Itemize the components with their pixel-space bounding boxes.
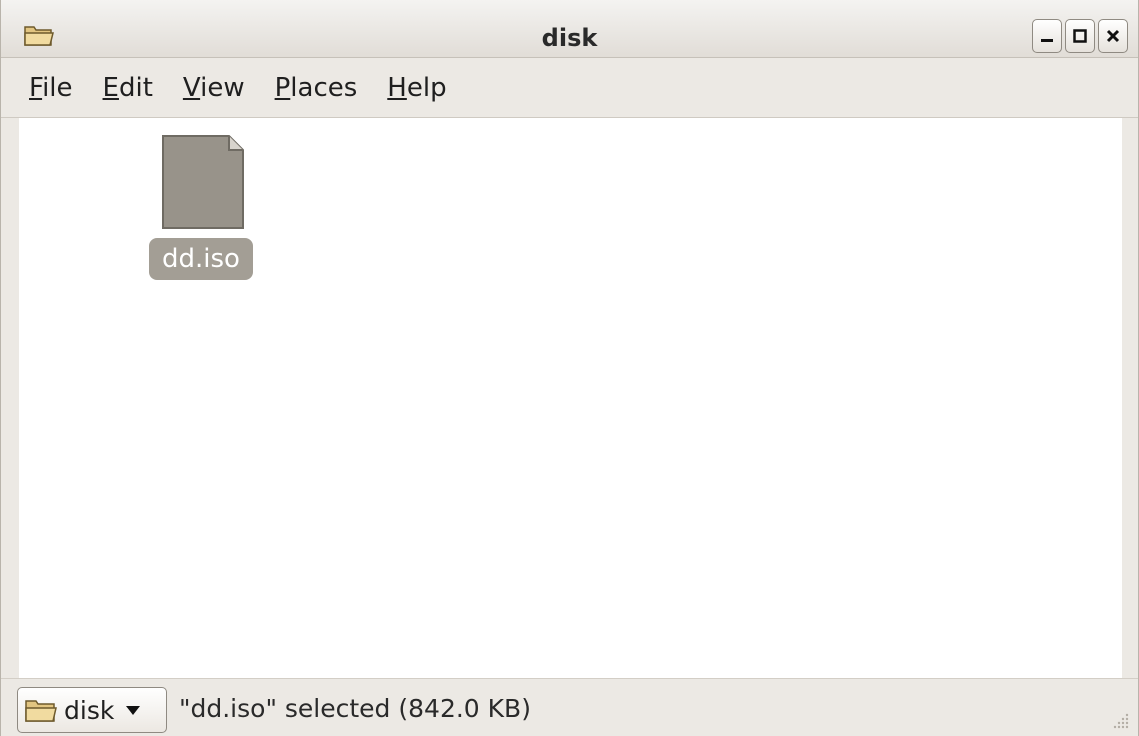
file-icon[interactable] — [161, 134, 245, 230]
file-manager-window: disk File Edit View Places Help dd.iso d… — [0, 0, 1139, 736]
file-name-label[interactable]: dd.iso — [149, 238, 253, 280]
resize-grip-icon[interactable] — [1110, 710, 1130, 730]
maximize-button[interactable] — [1065, 19, 1095, 53]
menu-places[interactable]: Places — [275, 73, 358, 103]
close-icon — [1106, 29, 1120, 43]
minimize-icon — [1041, 39, 1053, 42]
menu-view[interactable]: View — [183, 73, 245, 103]
window-title: disk — [541, 24, 598, 52]
folder-icon — [25, 700, 57, 722]
location-label: disk — [64, 695, 115, 725]
menu-help[interactable]: Help — [387, 73, 446, 103]
chevron-down-icon — [126, 705, 141, 715]
file-item-dd-iso[interactable]: dd.iso — [149, 134, 254, 284]
maximize-icon — [1073, 29, 1087, 43]
close-button[interactable] — [1098, 19, 1128, 53]
menu-bar: File Edit View Places Help — [1, 58, 1138, 118]
minimize-button[interactable] — [1032, 19, 1062, 53]
menu-file[interactable]: File — [29, 73, 73, 103]
title-bar[interactable]: disk — [1, 0, 1138, 58]
file-view[interactable]: dd.iso — [19, 118, 1122, 678]
location-dropdown-button[interactable]: disk — [17, 687, 167, 733]
status-message: "dd.iso" selected (842.0 KB) — [179, 694, 531, 723]
status-bar: disk "dd.iso" selected (842.0 KB) — [1, 678, 1138, 736]
window-controls — [1032, 19, 1128, 53]
menu-edit[interactable]: Edit — [103, 73, 153, 103]
